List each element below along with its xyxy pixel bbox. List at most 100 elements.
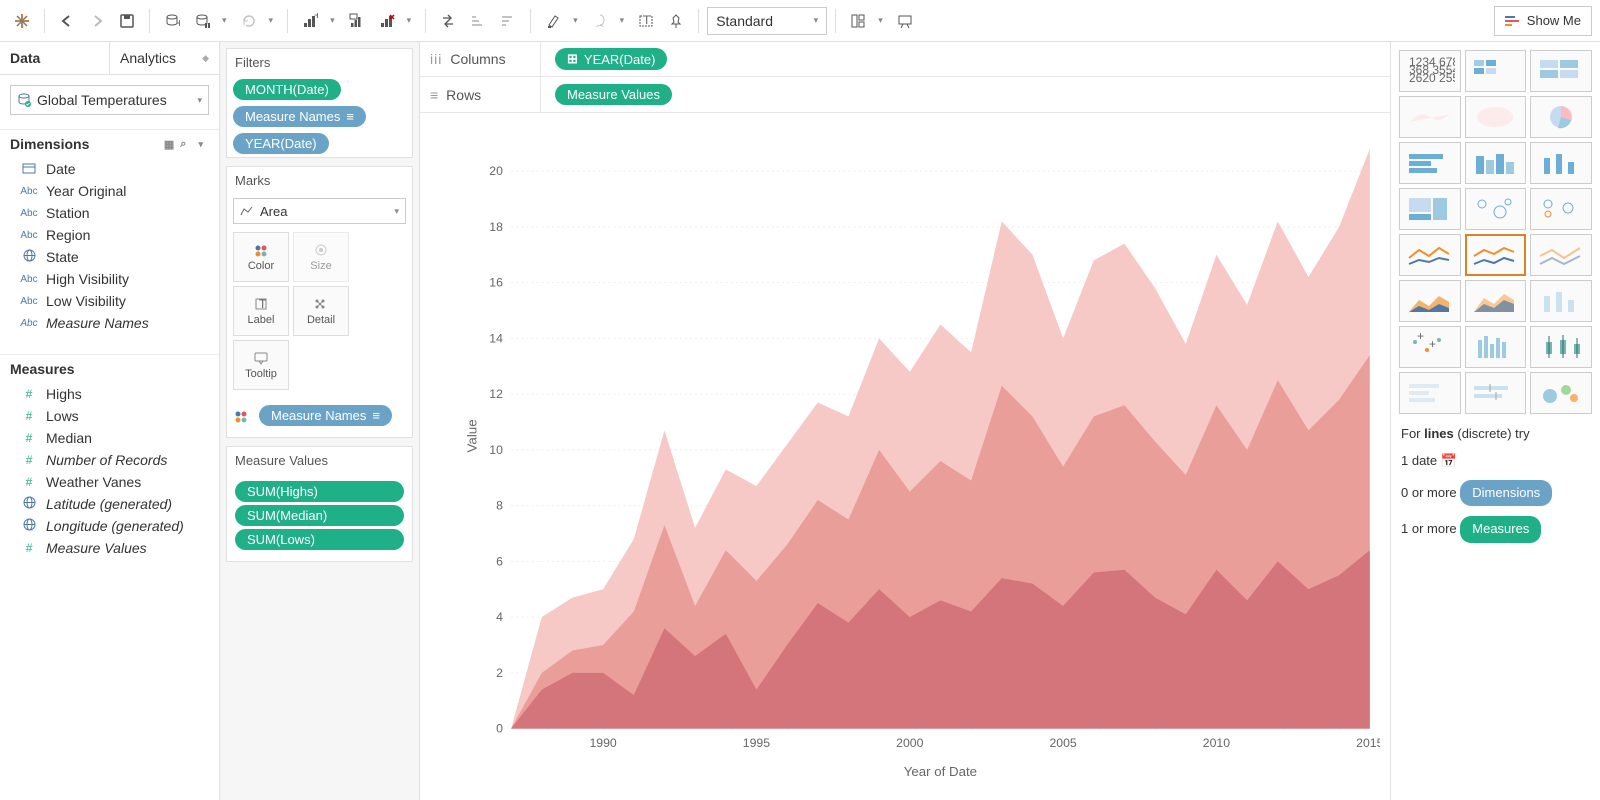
viz-type-thumb[interactable] <box>1465 96 1527 138</box>
columns-shelf[interactable]: iiiColumns ⊞YEAR(Date) <box>420 42 1390 77</box>
sort-desc-icon[interactable] <box>494 7 522 35</box>
viz-type-thumb[interactable] <box>1530 280 1592 322</box>
viz-type-thumb[interactable] <box>1465 326 1527 368</box>
plus-icon[interactable]: ⊞ <box>567 51 578 67</box>
mark-type-select[interactable]: Area▾ <box>233 198 406 224</box>
swap-icon[interactable] <box>434 7 462 35</box>
dropdown-arrow-icon[interactable]: ▾ <box>614 15 631 26</box>
viz-type-thumb[interactable]: 1234 678368 35542620 2559 <box>1399 50 1461 92</box>
viz-type-thumb[interactable] <box>1465 372 1527 414</box>
mv-pill[interactable]: SUM(Lows) <box>235 529 404 550</box>
filter-pill[interactable]: Measure Names≡ <box>233 106 366 127</box>
dimension-field[interactable]: Date <box>0 158 219 180</box>
chart-canvas[interactable]: 0246810121416182019901995200020052010201… <box>420 113 1390 800</box>
redo-icon <box>83 7 111 35</box>
tableau-logo-icon[interactable] <box>8 7 36 35</box>
dropdown-arrow-icon[interactable]: ▾ <box>216 15 233 26</box>
labels-icon[interactable]: T <box>632 7 660 35</box>
viz-type-thumb[interactable] <box>1399 234 1461 276</box>
tab-data[interactable]: Data <box>0 42 110 74</box>
dimension-field[interactable]: State <box>0 246 219 268</box>
dimension-field[interactable]: AbcHigh Visibility <box>0 268 219 290</box>
dropdown-arrow-icon[interactable]: ▾ <box>567 15 584 26</box>
viz-type-thumb[interactable] <box>1530 326 1592 368</box>
dimension-field[interactable]: AbcRegion <box>0 224 219 246</box>
mv-pill[interactable]: SUM(Median) <box>235 505 404 526</box>
marks-detail-button[interactable]: Detail <box>293 286 349 336</box>
refresh-icon[interactable] <box>235 7 263 35</box>
view-as-icon[interactable]: ▦ <box>164 138 174 151</box>
viz-type-thumb[interactable] <box>1465 142 1527 184</box>
dimensions-header: Dimensions ▦ ⌕ ▾ <box>0 129 219 156</box>
show-cards-icon[interactable] <box>844 7 872 35</box>
columns-pill[interactable]: ⊞YEAR(Date) <box>555 48 667 70</box>
marks-size-button[interactable]: Size <box>293 232 349 282</box>
show-me-button[interactable]: Show Me <box>1494 6 1592 36</box>
marks-color-button[interactable]: Color <box>233 232 289 282</box>
datasource-select[interactable]: Global Temperatures▾ <box>10 85 209 115</box>
tab-analytics[interactable]: Analytics◆ <box>110 42 219 74</box>
pause-data-icon[interactable] <box>188 7 216 35</box>
measure-field[interactable]: Longitude (generated) <box>0 515 219 537</box>
new-datasource-icon[interactable]: + <box>158 7 186 35</box>
filter-pill[interactable]: YEAR(Date) <box>233 133 329 154</box>
data-pane: Data Analytics◆ Global Temperatures▾ Dim… <box>0 42 220 800</box>
pin-icon[interactable] <box>662 7 690 35</box>
showme-hint: For lines (discrete) try <box>1401 424 1590 445</box>
dimension-field[interactable]: AbcYear Original <box>0 180 219 202</box>
presentation-icon[interactable] <box>891 7 919 35</box>
viz-type-thumb[interactable] <box>1530 50 1592 92</box>
dimension-field[interactable]: AbcMeasure Names <box>0 312 219 334</box>
viz-type-thumb[interactable] <box>1399 142 1461 184</box>
viz-type-thumb[interactable] <box>1465 50 1527 92</box>
dimension-field[interactable]: AbcStation <box>0 202 219 224</box>
viz-type-thumb[interactable] <box>1465 234 1527 276</box>
save-icon[interactable] <box>113 7 141 35</box>
new-worksheet-icon[interactable]: + <box>296 7 324 35</box>
measure-field[interactable]: #Measure Values <box>0 537 219 559</box>
dropdown-arrow-icon[interactable]: ▾ <box>872 15 889 26</box>
viz-type-thumb[interactable] <box>1530 142 1592 184</box>
measure-field[interactable]: #Median <box>0 427 219 449</box>
viz-type-thumb[interactable]: ++ <box>1399 326 1461 368</box>
search-icon[interactable]: ⌕ <box>180 138 186 151</box>
viz-type-thumb[interactable] <box>1399 188 1461 230</box>
pill-menu-icon[interactable]: ≡ <box>372 408 380 423</box>
filter-pill[interactable]: MONTH(Date) <box>233 79 341 100</box>
viz-type-thumb[interactable] <box>1465 280 1527 322</box>
dropdown-arrow-icon[interactable]: ▾ <box>263 15 280 26</box>
dropdown-arrow-icon[interactable]: ▾ <box>324 15 341 26</box>
dimension-field[interactable]: AbcLow Visibility <box>0 290 219 312</box>
field-type-icon: # <box>20 475 38 489</box>
viz-type-thumb[interactable] <box>1399 96 1461 138</box>
viz-type-thumb[interactable] <box>1530 234 1592 276</box>
clear-sheet-icon[interactable] <box>373 7 401 35</box>
marks-label-button[interactable]: TLabel <box>233 286 289 336</box>
mv-pill[interactable]: SUM(Highs) <box>235 481 404 502</box>
viz-type-thumb[interactable] <box>1530 188 1592 230</box>
fit-select[interactable]: Standard▾ <box>707 7 827 35</box>
marks-tooltip-button[interactable]: Tooltip <box>233 340 289 390</box>
duplicate-sheet-icon[interactable] <box>343 7 371 35</box>
group-icon[interactable] <box>586 7 614 35</box>
dropdown-arrow-icon[interactable]: ▾ <box>192 139 209 150</box>
measure-field[interactable]: #Weather Vanes <box>0 471 219 493</box>
viz-type-thumb[interactable] <box>1399 372 1461 414</box>
measure-field[interactable]: #Number of Records <box>0 449 219 471</box>
measure-field[interactable]: Latitude (generated) <box>0 493 219 515</box>
viz-type-thumb[interactable] <box>1465 188 1527 230</box>
undo-icon[interactable] <box>53 7 81 35</box>
measures-pill: Measures <box>1460 516 1541 543</box>
marks-color-pill[interactable]: Measure Names≡ <box>259 405 392 426</box>
rows-pill[interactable]: Measure Values <box>555 84 672 105</box>
highlight-icon[interactable] <box>539 7 567 35</box>
rows-shelf[interactable]: ≡Rows Measure Values <box>420 77 1390 112</box>
viz-type-thumb[interactable] <box>1399 280 1461 322</box>
measure-field[interactable]: #Lows <box>0 405 219 427</box>
viz-type-thumb[interactable] <box>1530 372 1592 414</box>
viz-type-thumb[interactable] <box>1530 96 1592 138</box>
sort-asc-icon[interactable] <box>464 7 492 35</box>
pill-menu-icon[interactable]: ≡ <box>346 109 354 124</box>
measure-field[interactable]: #Highs <box>0 383 219 405</box>
dropdown-arrow-icon[interactable]: ▾ <box>401 15 418 26</box>
